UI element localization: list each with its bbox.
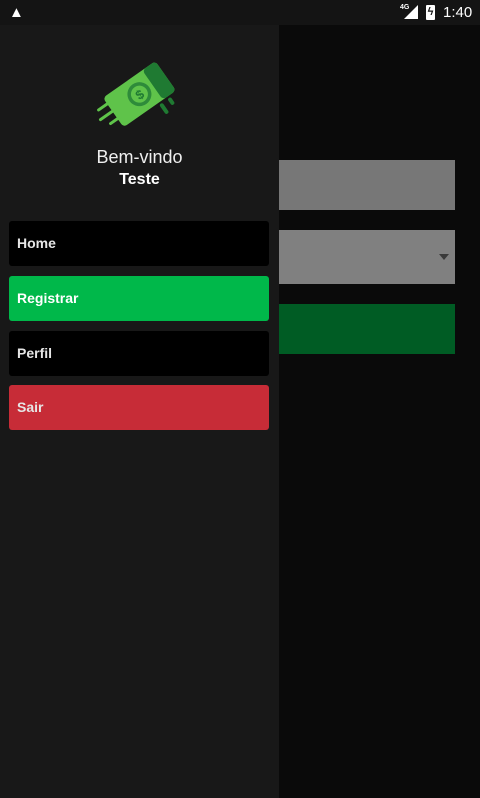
money-flying-icon: $ bbox=[97, 62, 175, 126]
clock: 1:40 bbox=[443, 4, 473, 21]
background-submit-button bbox=[279, 304, 455, 354]
nav-sair-label: Sair bbox=[17, 399, 44, 415]
dropdown-arrow-icon bbox=[439, 254, 449, 260]
background-select bbox=[279, 230, 455, 284]
nav-home-label: Home bbox=[17, 235, 56, 251]
nav-sair-button[interactable]: Sair bbox=[9, 385, 269, 430]
nav-perfil-button[interactable]: Perfil bbox=[9, 331, 269, 376]
signal-icon bbox=[404, 5, 418, 19]
nav-perfil-label: Perfil bbox=[17, 345, 53, 361]
warning-icon: ▲ bbox=[9, 4, 24, 21]
nav-home-button[interactable]: Home bbox=[9, 221, 269, 266]
status-bar: ▲ 4G ϟ 1:40 bbox=[0, 0, 480, 25]
background-input bbox=[279, 160, 455, 210]
battery-charging-icon: ϟ bbox=[426, 5, 435, 20]
username: Teste bbox=[119, 171, 160, 188]
welcome-text: Bem-vindo bbox=[96, 147, 183, 167]
nav-registrar-button[interactable]: Registrar bbox=[9, 276, 269, 321]
nav-registrar-label: Registrar bbox=[17, 290, 79, 306]
navigation-drawer: $ Bem-vindo Teste Home Registrar Perfil … bbox=[0, 25, 279, 798]
